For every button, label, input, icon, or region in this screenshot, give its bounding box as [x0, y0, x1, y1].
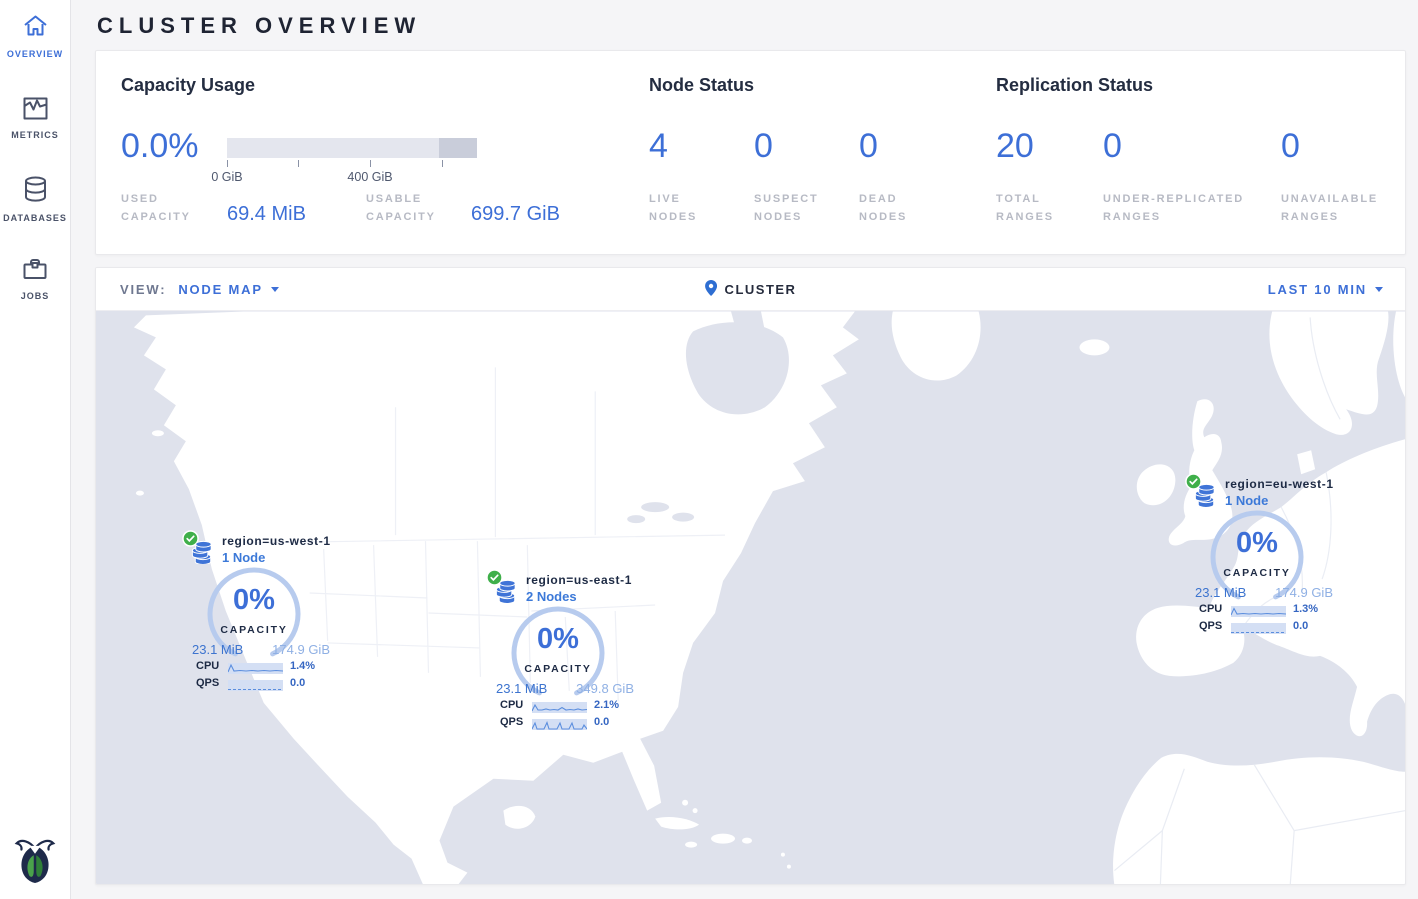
capacity-axis-tick — [442, 160, 443, 167]
locality-marker-eu-west-1[interactable]: region=eu-west-1 1 Node 0% CAPACITY 23.1… — [1185, 471, 1345, 641]
capacity-axis-tick — [227, 160, 228, 167]
capacity-percent: 0% — [204, 584, 304, 617]
qps-sparkline — [228, 678, 283, 696]
cpu-value: 1.3% — [1293, 603, 1318, 615]
usable-capacity-value: 699.7 GiB — [471, 203, 560, 226]
locality-marker-us-east-1[interactable]: region=us-east-1 2 Nodes 0% CAPACITY 23.… — [486, 567, 646, 737]
capacity-caption: CAPACITY — [204, 624, 304, 636]
capacity-axis-tick — [370, 160, 371, 167]
live-nodes-label: LIVE NODES — [649, 191, 719, 226]
node-count-link[interactable]: 1 Node — [222, 550, 265, 565]
capacity-percent: 0% — [1207, 527, 1307, 560]
main-content: CLUSTER OVERVIEW Capacity Usage 0.0% 0 G… — [71, 0, 1418, 899]
sidebar-item-label: METRICS — [0, 130, 71, 140]
jobs-icon — [0, 257, 71, 286]
capacity-bar — [227, 138, 477, 158]
used-capacity-label: USED CAPACITY — [121, 191, 203, 226]
cluster-summary-panel: Capacity Usage 0.0% 0 GiB 400 GiB USED C… — [95, 50, 1406, 255]
used-bytes: 23.1 MiB — [1195, 585, 1246, 600]
total-ranges-label: TOTAL RANGES — [996, 191, 1076, 226]
node-map-panel: VIEW: NODE MAP CLUSTER LAST 10 MIN — [95, 267, 1406, 885]
qps-sparkline — [532, 717, 587, 735]
sidebar-item-label: JOBS — [0, 291, 71, 301]
total-bytes: 174.9 GiB — [272, 642, 330, 657]
view-selector[interactable]: NODE MAP — [178, 282, 278, 297]
capacity-bar-dark-segment — [439, 138, 477, 158]
used-bytes: 23.1 MiB — [192, 642, 243, 657]
replication-status-title: Replication Status — [996, 75, 1153, 96]
map-toolbar: VIEW: NODE MAP CLUSTER LAST 10 MIN — [96, 268, 1405, 311]
capacity-percent: 0% — [508, 623, 608, 656]
home-icon — [0, 14, 71, 44]
total-bytes: 174.9 GiB — [1275, 585, 1333, 600]
databases-icon — [0, 176, 71, 208]
qps-sparkline — [1231, 621, 1286, 639]
unavailable-ranges-value: 0 — [1281, 127, 1300, 166]
capacity-usage-title: Capacity Usage — [121, 75, 255, 96]
used-capacity-value: 69.4 MiB — [227, 203, 306, 226]
time-range-value: LAST 10 MIN — [1268, 282, 1367, 297]
qps-value: 0.0 — [290, 677, 305, 689]
sidebar-item-jobs[interactable]: JOBS — [0, 257, 71, 301]
cpu-value: 1.4% — [290, 660, 315, 672]
cpu-label: CPU — [500, 699, 523, 711]
world-map[interactable]: region=us-west-1 1 Node 0% CAPACITY 23.1… — [96, 311, 1405, 885]
total-ranges-value: 20 — [996, 127, 1034, 166]
capacity-caption: CAPACITY — [1207, 567, 1307, 579]
chevron-down-icon — [1375, 287, 1383, 292]
node-status-title: Node Status — [649, 75, 754, 96]
sidebar-item-metrics[interactable]: METRICS — [0, 97, 71, 140]
dead-nodes-label: DEAD NODES — [859, 191, 929, 226]
total-bytes: 349.8 GiB — [576, 681, 634, 696]
map-pin-icon — [705, 280, 717, 299]
suspect-nodes-label: SUSPECT NODES — [754, 191, 834, 226]
suspect-nodes-value: 0 — [754, 127, 773, 166]
page-title: CLUSTER OVERVIEW — [71, 0, 1418, 50]
node-count-link[interactable]: 1 Node — [1225, 493, 1268, 508]
live-nodes-value: 4 — [649, 127, 668, 166]
usable-capacity-label: USABLE CAPACITY — [366, 191, 448, 226]
qps-value: 0.0 — [1293, 620, 1308, 632]
capacity-axis-label-0: 0 GiB — [211, 170, 242, 184]
region-label: region=eu-west-1 — [1225, 477, 1334, 491]
chevron-down-icon — [271, 287, 279, 292]
region-label: region=us-west-1 — [222, 534, 331, 548]
cpu-label: CPU — [1199, 603, 1222, 615]
unavailable-ranges-label: UNAVAILABLE RANGES — [1281, 191, 1411, 226]
cpu-label: CPU — [196, 660, 219, 672]
view-label: VIEW: — [120, 282, 166, 297]
dead-nodes-value: 0 — [859, 127, 878, 166]
cpu-value: 2.1% — [594, 699, 619, 711]
view-selector-value: NODE MAP — [178, 282, 262, 297]
capacity-axis-label-400: 400 GiB — [347, 170, 392, 184]
time-range-selector[interactable]: LAST 10 MIN — [1268, 282, 1383, 297]
sidebar: OVERVIEW METRICS DATABASES — [0, 0, 71, 899]
region-label: region=us-east-1 — [526, 573, 632, 587]
capacity-axis-tick — [298, 160, 299, 167]
under-replicated-ranges-label: UNDER-REPLICATED RANGES — [1103, 191, 1273, 226]
capacity-used-percent: 0.0% — [121, 127, 199, 166]
node-count-link[interactable]: 2 Nodes — [526, 589, 577, 604]
used-bytes: 23.1 MiB — [496, 681, 547, 696]
under-replicated-ranges-value: 0 — [1103, 127, 1122, 166]
qps-label: QPS — [1199, 620, 1222, 632]
sidebar-item-databases[interactable]: DATABASES — [0, 176, 71, 223]
capacity-caption: CAPACITY — [508, 663, 608, 675]
qps-label: QPS — [196, 677, 219, 689]
locality-label: CLUSTER — [725, 282, 797, 297]
metrics-icon — [0, 97, 71, 125]
sidebar-item-overview[interactable]: OVERVIEW — [0, 14, 71, 59]
sidebar-item-label: OVERVIEW — [0, 49, 71, 59]
locality-breadcrumb[interactable]: CLUSTER — [705, 280, 797, 299]
qps-value: 0.0 — [594, 716, 609, 728]
locality-marker-us-west-1[interactable]: region=us-west-1 1 Node 0% CAPACITY 23.1… — [182, 528, 342, 698]
cockroachdb-roach-logo — [14, 836, 56, 889]
sidebar-item-label: DATABASES — [0, 213, 71, 223]
qps-label: QPS — [500, 716, 523, 728]
